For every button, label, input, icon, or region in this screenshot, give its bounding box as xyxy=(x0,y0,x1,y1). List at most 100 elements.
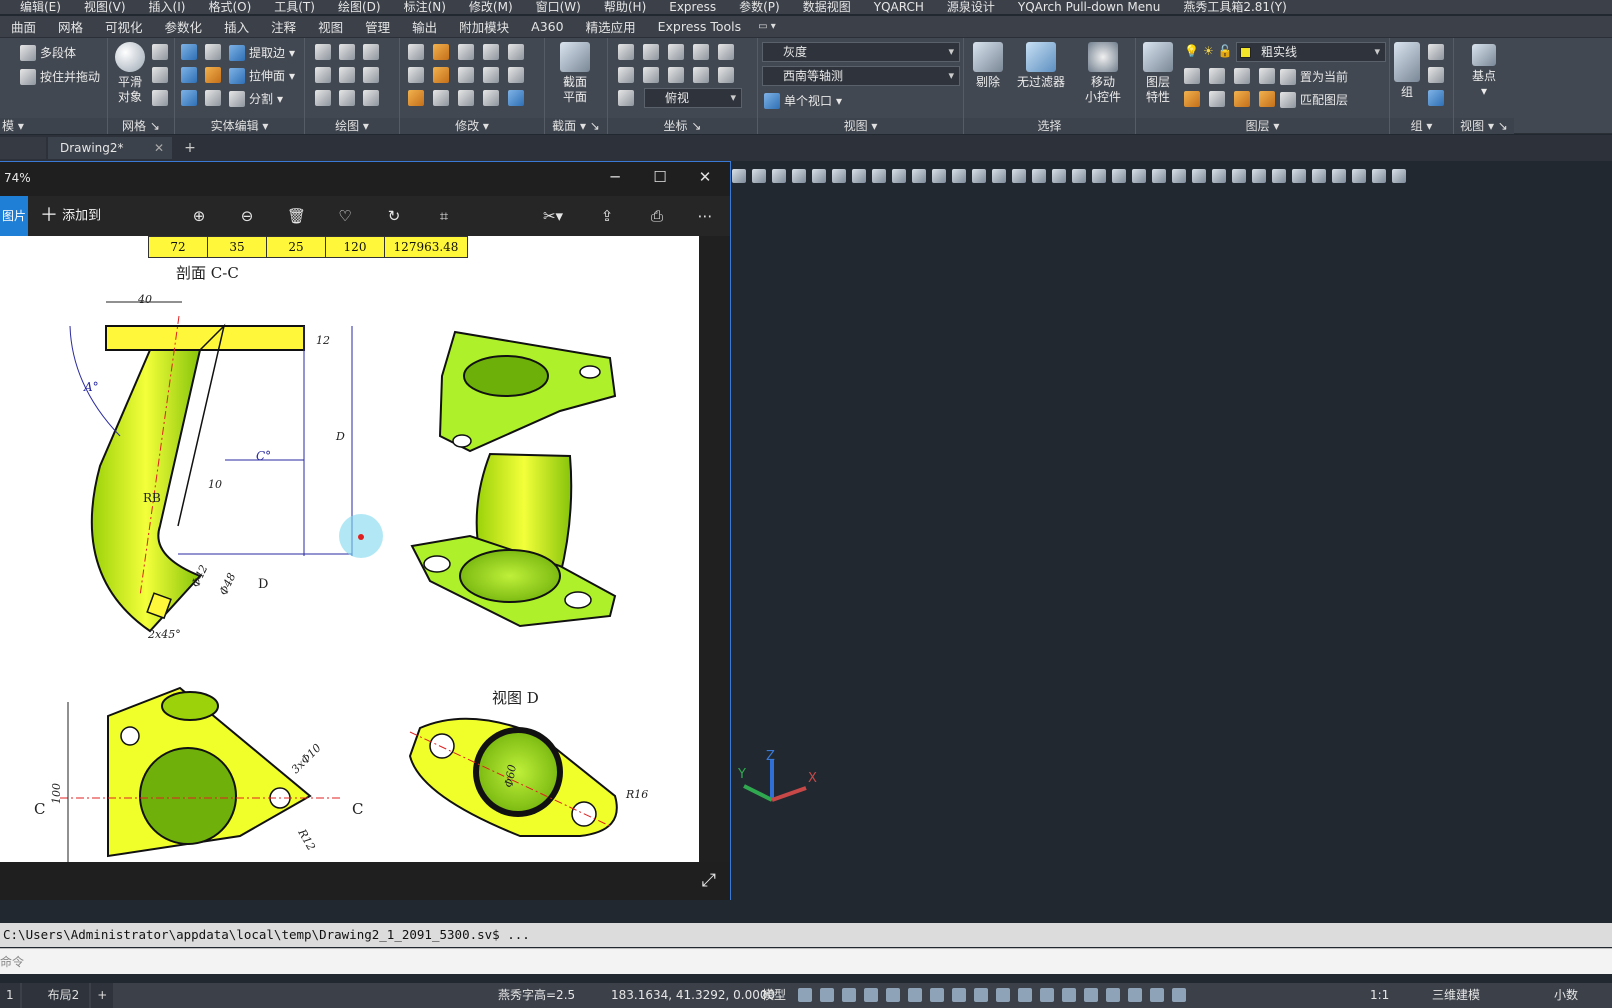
separate-button[interactable]: 分割 ▾ xyxy=(229,90,283,107)
annotation-visibility-icon[interactable] xyxy=(1128,988,1142,1002)
polar-icon[interactable] xyxy=(908,988,922,1002)
lineweight-icon[interactable] xyxy=(996,988,1010,1002)
ungroup-icon[interactable] xyxy=(1428,44,1444,60)
erase-icon[interactable] xyxy=(483,90,499,106)
tab-surface[interactable]: 曲面 xyxy=(0,17,47,36)
spline-icon[interactable] xyxy=(315,67,331,83)
array3d-icon[interactable] xyxy=(1132,169,1146,183)
ucs-z-icon[interactable] xyxy=(718,67,734,83)
tab-annotate[interactable]: 注释 xyxy=(260,17,307,36)
cylinder-icon[interactable] xyxy=(812,169,826,183)
polygon-icon[interactable] xyxy=(315,90,331,106)
add-layout-button[interactable]: + xyxy=(91,983,114,1008)
loft-icon[interactable] xyxy=(932,169,946,183)
maximize-icon[interactable]: ☐ xyxy=(650,168,670,186)
view-tool-icon[interactable] xyxy=(1312,169,1326,183)
thicken-icon[interactable] xyxy=(205,90,221,106)
arc-icon[interactable] xyxy=(363,44,379,60)
layer-lock-icon[interactable] xyxy=(1259,68,1275,84)
ucs-prev-icon[interactable] xyxy=(643,67,659,83)
grid-icon[interactable] xyxy=(798,988,812,1002)
layer-unisolate-icon[interactable] xyxy=(1209,91,1225,107)
document-tab-previous[interactable] xyxy=(0,137,46,159)
lock-icon[interactable]: 🔓 xyxy=(1218,44,1233,58)
menu-yanxiu[interactable]: 燕秀工具箱2.81(Y) xyxy=(1171,0,1297,14)
intersect-icon[interactable] xyxy=(181,90,197,106)
revolve-icon[interactable] xyxy=(892,169,906,183)
orbit-icon[interactable] xyxy=(1332,169,1346,183)
mirror-icon[interactable] xyxy=(508,44,524,60)
panel-label-view[interactable]: 视图 ▾ xyxy=(758,118,963,134)
box-icon[interactable] xyxy=(732,169,746,183)
model-space-toggle[interactable]: 模型 xyxy=(762,983,786,1008)
panel-label-coordinates[interactable]: 坐标 ↘ xyxy=(608,118,757,134)
dynamic-ucs-icon[interactable] xyxy=(864,988,878,1002)
slice-icon[interactable] xyxy=(205,67,221,83)
mesh-smooth-icon[interactable] xyxy=(152,67,168,83)
circle-icon[interactable] xyxy=(363,67,379,83)
3d-osnap-icon[interactable] xyxy=(1062,988,1076,1002)
intersect-tool-icon[interactable] xyxy=(1012,169,1026,183)
minimize-icon[interactable]: ─ xyxy=(605,168,625,186)
subtract-icon[interactable] xyxy=(181,67,197,83)
imprint-icon[interactable] xyxy=(1212,169,1226,183)
photo-tab[interactable]: 图片 xyxy=(0,196,28,236)
layer-freeze-icon[interactable] xyxy=(1234,68,1250,84)
menu-yuanquan[interactable]: 源泉设计 xyxy=(935,0,1006,14)
union-icon[interactable] xyxy=(181,44,197,60)
transparency-icon[interactable] xyxy=(1018,988,1032,1002)
panel-label-view2[interactable]: 视图 ▾ ↘ xyxy=(1454,118,1514,134)
viewer-title-bar[interactable]: 74% ─ ☐ ✕ xyxy=(0,162,730,196)
panel-label-modify[interactable]: 修改 ▾ xyxy=(400,118,544,134)
stretch-icon[interactable] xyxy=(408,90,424,106)
array-icon[interactable] xyxy=(458,90,474,106)
ucs-y-icon[interactable] xyxy=(693,67,709,83)
share-icon[interactable]: ⇪ xyxy=(598,207,616,225)
ortho-icon[interactable] xyxy=(886,988,900,1002)
union-tool-icon[interactable] xyxy=(972,169,986,183)
tab-featured-apps[interactable]: 精选应用 xyxy=(575,17,647,36)
menu-format[interactable]: 格式(O) xyxy=(196,0,262,14)
new-tab-button[interactable]: + xyxy=(180,139,200,157)
interfere-icon[interactable] xyxy=(205,44,221,60)
more-icon[interactable]: ⋯ xyxy=(696,207,714,225)
panel-label-draw[interactable]: 绘图 ▾ xyxy=(305,118,399,134)
copy-icon[interactable] xyxy=(483,67,499,83)
panel-label-modeling[interactable]: 模 ▾ xyxy=(0,118,107,134)
cone-icon[interactable] xyxy=(772,169,786,183)
fullscreen-icon[interactable]: ⤢ xyxy=(702,870,716,891)
scale-icon[interactable] xyxy=(433,90,449,106)
menu-tools[interactable]: 工具(T) xyxy=(262,0,326,14)
menu-params[interactable]: 参数(P) xyxy=(727,0,791,14)
panel-label-layers[interactable]: 图层 ▾ xyxy=(1136,118,1389,134)
panel-label-solid-edit[interactable]: 实体编辑 ▾ xyxy=(175,118,304,134)
panel-label-selection[interactable]: 选择 xyxy=(964,118,1135,134)
close-icon[interactable]: ✕ xyxy=(695,168,715,186)
bulb-icon[interactable]: 💡 xyxy=(1184,44,1199,58)
tab-view[interactable]: 视图 xyxy=(307,17,354,36)
pyramid-icon[interactable] xyxy=(852,169,866,183)
pan-icon[interactable] xyxy=(1352,169,1366,183)
offset-icon[interactable] xyxy=(458,67,474,83)
presspull-button[interactable]: 按住并拖动 xyxy=(20,68,100,85)
menu-help[interactable]: 帮助(H) xyxy=(592,0,657,14)
snap-icon[interactable] xyxy=(820,988,834,1002)
layer-combo[interactable]: 粗实线 xyxy=(1236,42,1386,62)
chamfer-edge-icon[interactable] xyxy=(1172,169,1186,183)
extrude-face-button[interactable]: 拉伸面 ▾ xyxy=(229,67,295,84)
move-icon[interactable] xyxy=(458,44,474,60)
explode-icon[interactable] xyxy=(408,44,424,60)
ucs-icon-props[interactable] xyxy=(618,90,634,106)
tab-a360[interactable]: A360 xyxy=(520,19,574,34)
menu-yqarch-pulldown[interactable]: YQArch Pull-down Menu xyxy=(1006,0,1171,14)
polysolid-button[interactable]: 多段体 xyxy=(20,44,76,61)
camera-icon[interactable] xyxy=(1392,169,1406,183)
panel-label-group[interactable]: 组 ▾ xyxy=(1390,118,1453,134)
infer-icon[interactable] xyxy=(842,988,856,1002)
auto-scale-icon[interactable] xyxy=(1150,988,1164,1002)
wedge-icon[interactable] xyxy=(752,169,766,183)
menu-draw[interactable]: 绘图(D) xyxy=(326,0,392,14)
add-to-button[interactable]: ＋ 添加到 xyxy=(40,196,101,236)
rotate3d-icon[interactable] xyxy=(433,44,449,60)
menu-edit[interactable]: 编辑(E) xyxy=(0,0,72,14)
